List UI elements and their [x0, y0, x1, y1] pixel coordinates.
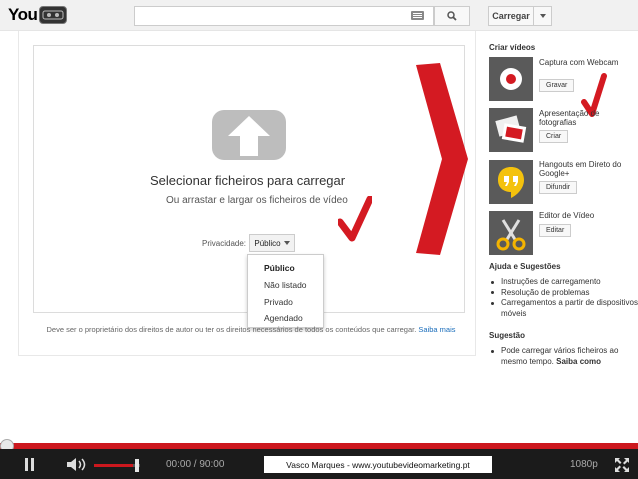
- scissors-icon[interactable]: [489, 211, 533, 255]
- broadcast-button[interactable]: Difundir: [539, 181, 578, 194]
- help-link-instructions[interactable]: Instruções de carregamento: [489, 277, 638, 288]
- copyright-note: Deve ser o proprietário dos direitos de …: [46, 325, 456, 334]
- volume-handle[interactable]: [135, 459, 139, 472]
- help-heading: Ajuda e Sugestões: [489, 262, 561, 271]
- search-input[interactable]: [134, 6, 434, 26]
- pause-icon[interactable]: [25, 458, 35, 471]
- volume-slider[interactable]: [94, 464, 140, 467]
- webcam-record-icon[interactable]: [489, 57, 533, 101]
- upload-subtitle: Ou arrastar e largar os ficheiros de víd…: [166, 195, 348, 206]
- tip-block: Pode carregar vários ficheiros ao mesmo …: [489, 346, 638, 367]
- red-check-annotation: [338, 196, 372, 242]
- fullscreen-icon[interactable]: [614, 457, 630, 473]
- chevron-down-icon: [539, 14, 546, 18]
- privacy-value: Público: [254, 238, 281, 248]
- tip-heading: Sugestão: [489, 331, 526, 340]
- credit-caption: Vasco Marques - www.youtubevideomarketin…: [264, 456, 492, 473]
- youtube-logo[interactable]: You: [8, 5, 68, 25]
- tile-label-webcam: Captura com Webcam: [539, 58, 619, 67]
- hangouts-icon[interactable]: [489, 160, 533, 204]
- learn-more-link[interactable]: Saiba mais: [418, 325, 455, 334]
- search-button[interactable]: [434, 6, 470, 26]
- privacy-menu: Público Não listado Privado Agendado: [247, 254, 324, 328]
- time-display: 00:00 / 90:00: [166, 459, 225, 470]
- privacy-option-private[interactable]: Privado: [264, 297, 293, 307]
- upload-arrow-icon[interactable]: [210, 108, 288, 162]
- tube-logo-icon: [39, 6, 68, 24]
- masthead: You Carregar: [0, 0, 638, 31]
- chevron-down-icon: [283, 241, 290, 245]
- help-link-mobile[interactable]: Carregamentos a partir de dispositivos m…: [489, 298, 638, 319]
- keyboard-icon[interactable]: [411, 11, 424, 20]
- upload-dropdown-button[interactable]: [534, 6, 552, 26]
- upload-title[interactable]: Selecionar ficheiros para carregar: [150, 173, 345, 188]
- privacy-select[interactable]: Público: [249, 234, 295, 252]
- record-button[interactable]: Gravar: [539, 79, 575, 92]
- quality-button[interactable]: 1080p: [570, 459, 598, 470]
- volume-icon[interactable]: [66, 457, 88, 472]
- privacy-label: Privacidade:: [202, 239, 247, 248]
- red-chevron-annotation: [416, 63, 468, 255]
- tip-learn-how-link[interactable]: Saiba como: [556, 357, 601, 366]
- tile-label-editor: Editor de Vídeo: [539, 211, 595, 220]
- tile-label-hangouts: Hangouts em Direto do Google+: [539, 160, 622, 178]
- create-button[interactable]: Criar: [539, 130, 569, 143]
- privacy-option-public[interactable]: Público: [264, 263, 295, 273]
- photos-icon[interactable]: [489, 108, 533, 152]
- edit-button[interactable]: Editar: [539, 224, 572, 237]
- search-icon: [447, 11, 457, 21]
- volume-level: [94, 464, 134, 467]
- privacy-option-unlisted[interactable]: Não listado: [264, 280, 307, 290]
- upload-button[interactable]: Carregar: [488, 6, 534, 26]
- privacy-option-scheduled[interactable]: Agendado: [264, 313, 303, 323]
- help-link-troubleshooting[interactable]: Resolução de problemas: [489, 288, 638, 299]
- create-videos-heading: Criar vídeos: [489, 43, 536, 52]
- tile-label-slideshow: Apresentação de fotografias: [539, 109, 600, 127]
- help-list: Instruções de carregamento Resolução de …: [489, 277, 638, 319]
